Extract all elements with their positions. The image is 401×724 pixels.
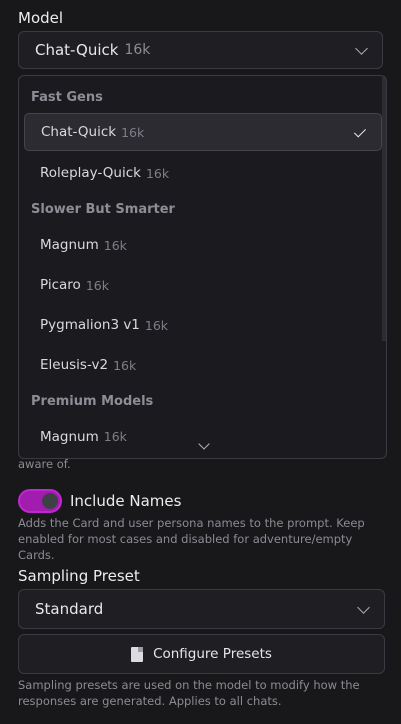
model-label: Model xyxy=(18,9,64,27)
model-dropdown[interactable]: Fast Gens Chat-Quick 16k Roleplay-Quick … xyxy=(18,75,387,459)
file-icon xyxy=(131,646,144,662)
model-select[interactable]: Chat-Quick 16k xyxy=(18,31,383,69)
option-context: 16k xyxy=(85,277,109,293)
group-label-slower-but-smarter: Slower But Smarter xyxy=(31,202,175,217)
option-context: 16k xyxy=(113,357,137,373)
option-context: 16k xyxy=(145,165,170,181)
option-magnum[interactable]: Magnum 16k xyxy=(24,226,382,264)
option-pygmalion3-v1[interactable]: Pygmalion3 v1 16k xyxy=(24,306,382,344)
option-context: 16k xyxy=(103,429,127,444)
dropdown-scrollbar[interactable] xyxy=(382,76,386,341)
option-name: Magnum xyxy=(40,237,99,253)
settings-panel: Model Chat-Quick 16k aware of. Fast Gens… xyxy=(0,0,401,724)
configure-presets-label: Configure Presets xyxy=(153,646,272,662)
group-label-premium-models: Premium Models xyxy=(31,394,154,409)
chevron-down-icon xyxy=(357,601,370,614)
option-name: Eleusis-v2 xyxy=(40,357,109,373)
option-chat-quick[interactable]: Chat-Quick 16k xyxy=(24,113,382,151)
model-selected-name: Chat-Quick xyxy=(35,41,119,59)
model-selected-context: 16k xyxy=(124,42,151,58)
include-names-toggle[interactable] xyxy=(18,489,62,513)
sampling-preset-select[interactable]: Standard xyxy=(18,589,385,629)
option-context: 16k xyxy=(144,317,169,333)
option-context: 16k xyxy=(103,237,127,253)
sampling-help: Sampling presets are used on the model t… xyxy=(18,678,360,708)
option-name: Pygmalion3 v1 xyxy=(40,317,140,333)
include-names-label: Include Names xyxy=(70,492,182,510)
option-picaro[interactable]: Picaro 16k xyxy=(24,266,382,304)
option-name: Picaro xyxy=(40,277,81,293)
option-eleusis-v2[interactable]: Eleusis-v2 16k xyxy=(24,346,382,384)
chevron-down-icon xyxy=(355,42,368,55)
check-icon xyxy=(353,125,367,138)
sampling-preset-label: Sampling Preset xyxy=(18,567,140,585)
option-context: 16k xyxy=(121,124,145,140)
option-name: Roleplay-Quick xyxy=(40,165,141,181)
option-name: Chat-Quick xyxy=(41,124,117,140)
sampling-selected: Standard xyxy=(35,600,104,618)
configure-presets-button[interactable]: Configure Presets xyxy=(18,634,385,674)
group-label-fast-gens: Fast Gens xyxy=(31,90,103,105)
option-roleplay-quick[interactable]: Roleplay-Quick 16k xyxy=(24,154,382,192)
toggle-knob xyxy=(42,493,58,509)
include-names-help: Adds the Card and user persona names to … xyxy=(18,516,365,562)
option-name: Magnum xyxy=(40,429,99,445)
